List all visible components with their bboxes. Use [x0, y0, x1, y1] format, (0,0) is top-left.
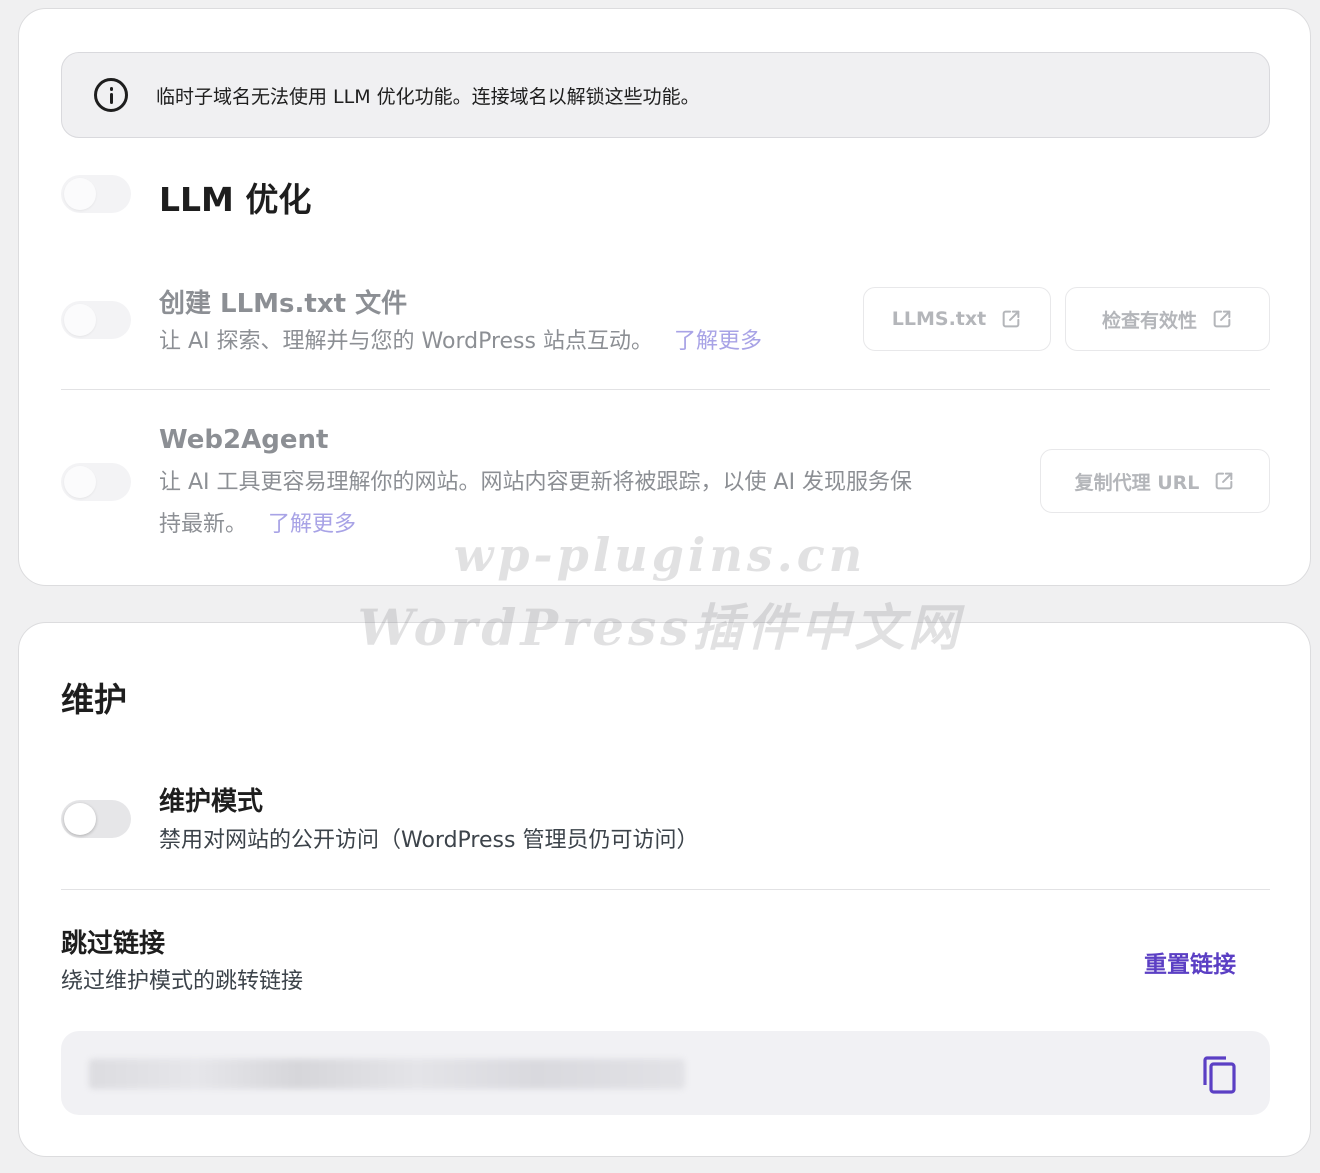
copy-agent-url-button[interactable]: 复制代理 URL: [1040, 449, 1270, 513]
llms-txt-description: 让 AI 探索、理解并与您的 WordPress 站点互动。 了解更多: [159, 321, 762, 363]
llm-optimization-title: LLM 优化: [159, 180, 312, 219]
llms-txt-learn-more-link[interactable]: 了解更多: [674, 329, 762, 354]
toggle-knob: [64, 803, 96, 835]
row-divider: [61, 389, 1270, 390]
web2agent-learn-more-link[interactable]: 了解更多: [268, 512, 356, 537]
maintenance-mode-toggle[interactable]: [61, 800, 131, 838]
copy-agent-url-label: 复制代理 URL: [1074, 471, 1200, 494]
web2agent-desc-line1: 让 AI 工具更容易理解你的网站。网站内容更新将被跟踪，以使 AI 发现服务保: [159, 470, 913, 495]
llms-txt-title: 创建 LLMs.txt 文件: [159, 289, 408, 319]
external-link-icon: [1002, 310, 1020, 328]
llms-txt-toggle[interactable]: [61, 301, 131, 339]
bypass-url-field[interactable]: [61, 1031, 1270, 1115]
toggle-knob: [64, 178, 96, 210]
maintenance-card: 维护 维护模式 禁用对网站的公开访问（WordPress 管理员仍可访问） 跳过…: [18, 622, 1311, 1157]
web2agent-description: 让 AI 工具更容易理解你的网站。网站内容更新将被跟踪，以使 AI 发现服务保 …: [159, 462, 1019, 546]
maintenance-mode-description: 禁用对网站的公开访问（WordPress 管理员仍可访问）: [159, 828, 699, 853]
llms-txt-button-label: LLMS.txt: [891, 308, 987, 330]
info-icon: [94, 78, 128, 112]
llm-optimization-card: 临时子域名无法使用 LLM 优化功能。连接域名以解锁这些功能。 LLM 优化 创…: [18, 8, 1311, 586]
llms-txt-desc-text: 让 AI 探索、理解并与您的 WordPress 站点互动。: [159, 329, 653, 354]
notice-text: 临时子域名无法使用 LLM 优化功能。连接域名以解锁这些功能。: [156, 85, 700, 108]
subdomain-notice: 临时子域名无法使用 LLM 优化功能。连接域名以解锁这些功能。: [61, 52, 1270, 138]
external-link-icon: [1216, 472, 1233, 490]
web2agent-title: Web2Agent: [159, 425, 329, 455]
reset-link-button[interactable]: 重置链接: [1144, 945, 1236, 979]
bypass-url-value-redacted: [89, 1059, 685, 1089]
llms-txt-button[interactable]: LLMS.txt: [863, 287, 1051, 351]
web2agent-desc-line2-wrap: 持最新。 了解更多: [159, 504, 1019, 546]
bypass-link-title: 跳过链接: [61, 929, 166, 959]
web2agent-toggle[interactable]: [61, 463, 131, 501]
toggle-knob: [64, 304, 96, 336]
bypass-link-description: 绕过维护模式的跳转链接: [61, 969, 304, 994]
copy-icon[interactable]: [1201, 1055, 1237, 1095]
llm-optimization-toggle[interactable]: [61, 175, 131, 213]
check-validity-button[interactable]: 检查有效性: [1065, 287, 1270, 351]
toggle-knob: [64, 466, 96, 498]
external-link-icon: [1213, 310, 1231, 328]
maintenance-title: 维护: [61, 680, 127, 719]
maintenance-mode-title: 维护模式: [159, 787, 264, 817]
check-validity-label: 检查有效性: [1101, 309, 1197, 332]
row-divider: [61, 889, 1270, 890]
web2agent-desc-line2: 持最新。: [159, 512, 248, 537]
